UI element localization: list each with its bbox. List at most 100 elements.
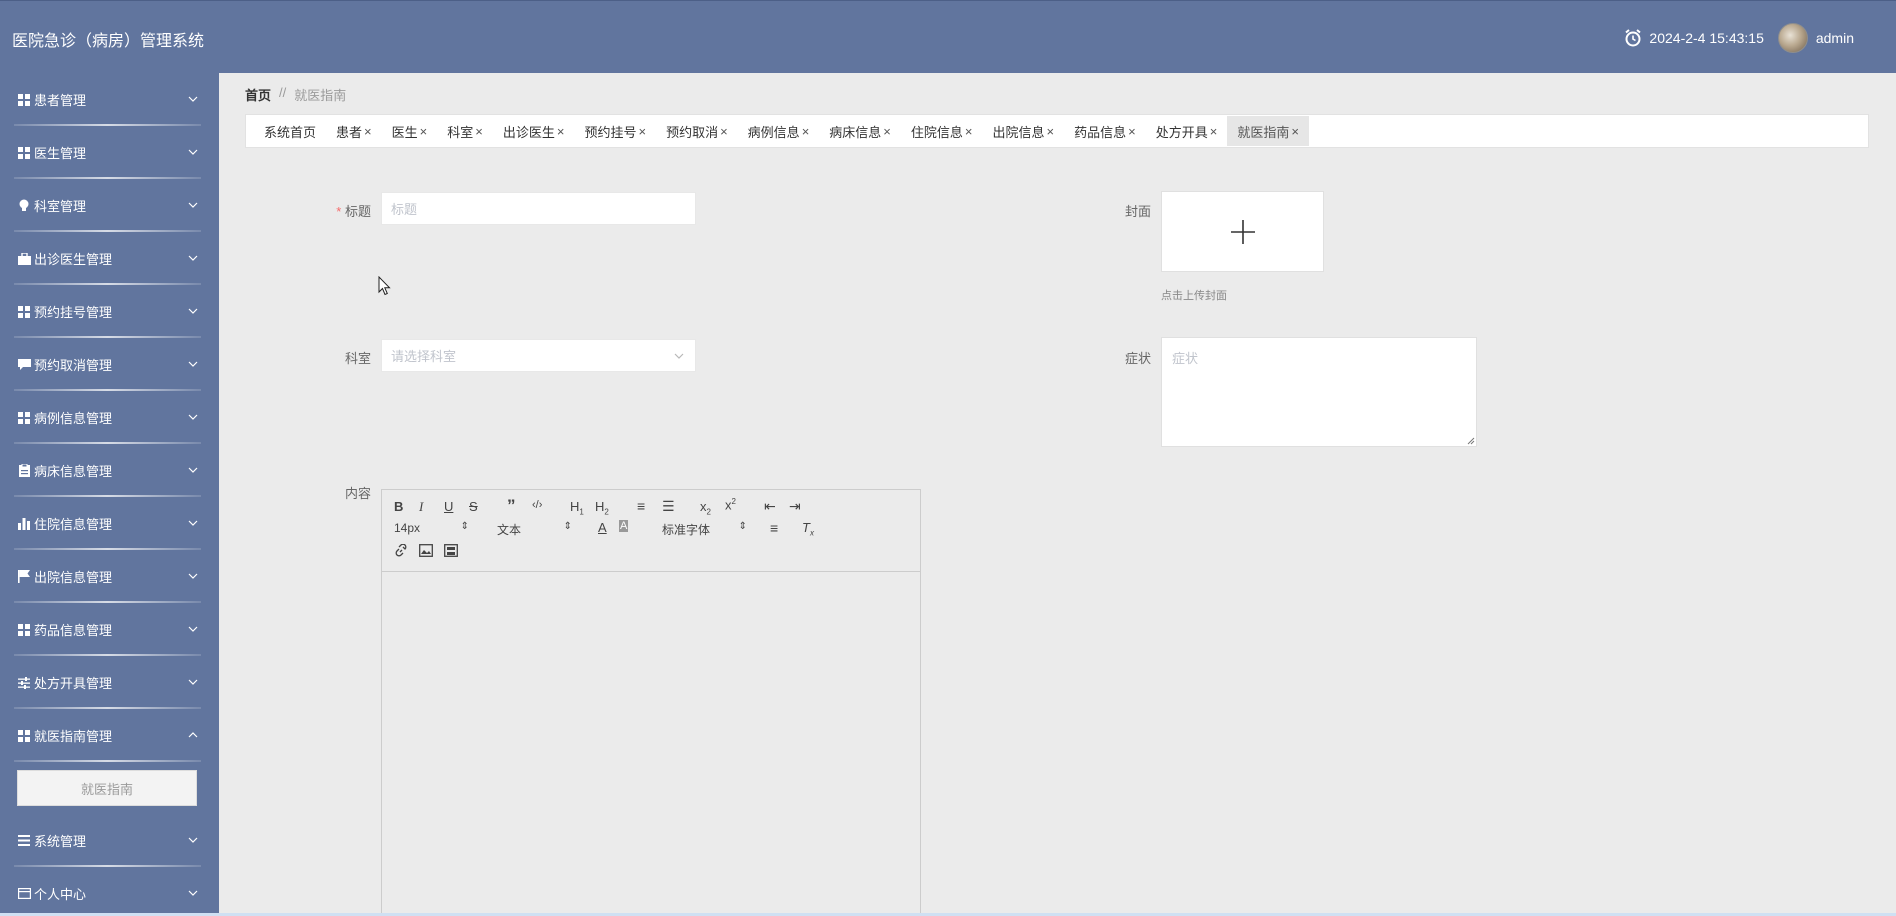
font-family-select[interactable]: 标准字体 ⇕ xyxy=(662,521,747,537)
dept-placeholder: 请选择科室 xyxy=(391,349,457,364)
tab-departments[interactable]: 科室 × xyxy=(437,116,493,146)
tab-cancellations[interactable]: 预约取消 × xyxy=(656,116,738,146)
indent-icon[interactable]: ⇥ xyxy=(789,498,801,515)
title-input[interactable]: 标题 xyxy=(381,192,696,225)
close-icon[interactable]: × xyxy=(720,124,728,139)
heading-2-icon[interactable]: H2 xyxy=(595,499,609,517)
grid-icon xyxy=(16,411,32,425)
sidebar-subitem-guide[interactable]: 就医指南 xyxy=(17,770,197,806)
tab-discharge[interactable]: 出院信息 × xyxy=(983,116,1065,146)
sidebar-item-label: 系统管理 xyxy=(34,834,87,849)
username[interactable]: admin xyxy=(1816,30,1854,46)
sidebar-item-appointments[interactable]: 预约挂号管理 xyxy=(0,285,219,338)
top-right-area: 2024-2-4 15:43:15 admin xyxy=(1623,23,1854,53)
italic-icon[interactable]: I xyxy=(419,499,423,515)
close-icon[interactable]: × xyxy=(557,124,565,139)
close-icon[interactable]: × xyxy=(802,124,810,139)
clear-format-icon[interactable]: Tx xyxy=(802,520,814,538)
close-icon[interactable]: × xyxy=(965,124,973,139)
cover-upload[interactable] xyxy=(1161,191,1324,272)
sidebar: 患者管理 医生管理 科室管理 出诊医生管理 预约挂号管理 预约取消管理 病例信息… xyxy=(0,73,219,916)
breadcrumb-home[interactable]: 首页 xyxy=(245,85,271,104)
tab-label: 就医指南 xyxy=(1237,124,1290,140)
font-family-value: 标准字体 xyxy=(662,523,711,537)
top-bar: 医院急诊（病房）管理系统 2024-2-4 15:43:15 admin xyxy=(0,0,1896,73)
sidebar-item-cases[interactable]: 病例信息管理 xyxy=(0,391,219,444)
app-title: 医院急诊（病房）管理系统 xyxy=(12,33,205,50)
sidebar-item-doctors[interactable]: 医生管理 xyxy=(0,126,219,179)
tab-hospitalization[interactable]: 住院信息 × xyxy=(901,116,983,146)
close-icon[interactable]: × xyxy=(638,124,646,139)
close-icon[interactable]: × xyxy=(364,124,372,139)
tab-beds[interactable]: 病床信息 × xyxy=(819,116,901,146)
title-label-text: 标题 xyxy=(344,204,371,219)
sidebar-item-hospitalization[interactable]: 住院信息管理 xyxy=(0,497,219,550)
tab-patients[interactable]: 患者 × xyxy=(326,116,382,146)
dept-select[interactable]: 请选择科室 xyxy=(381,339,696,372)
tab-guides[interactable]: 就医指南 × xyxy=(1227,116,1309,146)
tab-prescriptions[interactable]: 处方开具 × xyxy=(1146,116,1228,146)
underline-icon[interactable]: U xyxy=(444,499,453,514)
tab-label: 处方开具 xyxy=(1155,124,1208,140)
close-icon[interactable]: × xyxy=(1128,124,1136,139)
editor-toolbar: B I U S ” ‹/› H1 H2 ≡ ☰ x2 x2 ⇤ ⇥ 14px ⇕… xyxy=(382,490,920,572)
close-icon[interactable]: × xyxy=(475,124,483,139)
superscript-icon[interactable]: x2 xyxy=(725,497,736,512)
close-icon[interactable]: × xyxy=(1291,124,1299,139)
tab-visiting-doctors[interactable]: 出诊医生 × xyxy=(493,116,575,146)
outdent-icon[interactable]: ⇤ xyxy=(764,498,776,515)
cover-upload-hint: 点击上传封面 xyxy=(1161,290,1227,302)
code-block-icon[interactable]: ‹/› xyxy=(532,499,542,511)
close-icon[interactable]: × xyxy=(883,124,891,139)
sidebar-item-beds[interactable]: 病床信息管理 xyxy=(0,444,219,497)
strikethrough-icon[interactable]: S xyxy=(469,499,478,514)
tab-label: 病床信息 xyxy=(829,124,882,140)
chevron-up-icon xyxy=(188,732,198,738)
sidebar-item-discharge[interactable]: 出院信息管理 xyxy=(0,550,219,603)
sidebar-item-guides[interactable]: 就医指南管理 xyxy=(0,709,219,762)
close-icon[interactable]: × xyxy=(1210,124,1218,139)
font-size-select[interactable]: 14px ⇕ xyxy=(394,521,469,535)
sidebar-item-patients[interactable]: 患者管理 xyxy=(0,73,219,126)
content-label: 内容 xyxy=(344,486,371,501)
sidebar-item-system[interactable]: 系统管理 xyxy=(0,814,219,867)
close-icon[interactable]: × xyxy=(1047,124,1055,139)
tab-label: 医生 xyxy=(391,124,418,140)
blockquote-icon[interactable]: ” xyxy=(507,496,516,516)
header-select[interactable]: 文本 ⇕ xyxy=(497,521,572,537)
symptom-textarea[interactable]: 症状 xyxy=(1161,337,1477,447)
bold-icon[interactable]: B xyxy=(394,499,403,514)
link-icon[interactable] xyxy=(394,544,408,558)
sidebar-item-profile[interactable]: 个人中心 xyxy=(0,867,219,916)
resize-grip-icon[interactable] xyxy=(1467,437,1475,445)
sidebar-item-medicines[interactable]: 药品信息管理 xyxy=(0,603,219,656)
tab-medicines[interactable]: 药品信息 × xyxy=(1064,116,1146,146)
sidebar-item-prescriptions[interactable]: 处方开具管理 xyxy=(0,656,219,709)
grid-icon xyxy=(16,146,32,160)
sidebar-item-departments[interactable]: 科室管理 xyxy=(0,179,219,232)
tab-home[interactable]: 系统首页 xyxy=(254,116,326,146)
video-icon[interactable] xyxy=(444,544,458,557)
ordered-list-icon[interactable]: ≡ xyxy=(637,498,645,514)
chevron-down-icon xyxy=(188,308,198,314)
tab-appointments[interactable]: 预约挂号 × xyxy=(574,116,656,146)
close-icon[interactable]: × xyxy=(420,124,428,139)
chevron-down-icon xyxy=(674,353,684,359)
align-icon[interactable]: ≡ xyxy=(770,520,778,536)
tab-doctors[interactable]: 医生 × xyxy=(382,116,438,146)
heading-1-icon[interactable]: H1 xyxy=(570,499,584,517)
sidebar-item-cancellations[interactable]: 预约取消管理 xyxy=(0,338,219,391)
background-color-icon[interactable]: A xyxy=(619,520,629,532)
avatar[interactable] xyxy=(1777,23,1808,53)
image-icon[interactable] xyxy=(419,544,433,557)
sidebar-item-label: 处方开具管理 xyxy=(34,676,113,691)
sidebar-item-visiting-doctors[interactable]: 出诊医生管理 xyxy=(0,232,219,285)
rich-text-editor[interactable]: B I U S ” ‹/› H1 H2 ≡ ☰ x2 x2 ⇤ ⇥ 14px ⇕… xyxy=(381,489,921,916)
sidebar-item-label: 就医指南管理 xyxy=(34,729,113,744)
subscript-icon[interactable]: x2 xyxy=(700,499,711,517)
font-color-icon[interactable]: A xyxy=(598,520,607,535)
title-label: * 标题 xyxy=(327,201,371,220)
chevron-down-icon xyxy=(188,361,198,367)
bullet-list-icon[interactable]: ☰ xyxy=(662,498,675,515)
tab-cases[interactable]: 病例信息 × xyxy=(738,116,820,146)
